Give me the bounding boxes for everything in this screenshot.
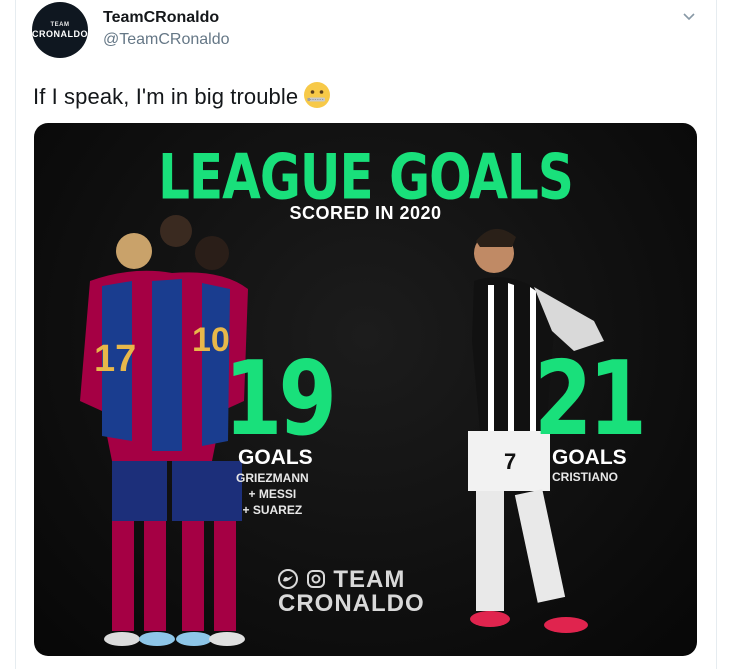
chevron-down-icon[interactable] <box>681 9 697 25</box>
instagram-logo-icon <box>306 566 326 593</box>
watermark-line-1: TEAM <box>333 566 406 593</box>
tweet-text-content: If I speak, I'm in big trouble <box>33 84 299 109</box>
right-player-names: CRISTIANO <box>552 470 618 484</box>
right-name-1: CRISTIANO <box>552 470 618 484</box>
left-name-3: + SUAREZ <box>242 503 303 517</box>
avatar[interactable]: TEAM CRONALDO <box>32 2 88 58</box>
zipper-mouth-emoji-icon <box>304 82 331 108</box>
right-goals-number: 21 <box>534 339 647 459</box>
svg-text:17: 17 <box>94 338 136 380</box>
tweet-text: If I speak, I'm in big trouble <box>33 80 332 110</box>
svg-text:7: 7 <box>504 449 516 474</box>
left-name-2: + MESSI <box>248 487 297 501</box>
avatar-text-bottom: CRONALDO <box>32 29 88 39</box>
display-name[interactable]: TeamCRonaldo <box>103 9 219 27</box>
team-cronaldo-watermark: TEAM CRONALDO <box>278 568 425 616</box>
watermark-line-2: CRONALDO <box>278 590 425 617</box>
left-player-names: GRIEZMANN + MESSI + SUAREZ <box>236 470 309 518</box>
twitter-logo-icon <box>278 566 298 593</box>
left-goals-label: GOALS <box>238 446 313 469</box>
left-name-1: GRIEZMANN <box>236 471 309 485</box>
media-image[interactable]: 17 10 7 LEAGUE GOALS SCORED IN 2020 19 2… <box>34 123 697 656</box>
graphic-subtitle: SCORED IN 2020 <box>289 203 442 223</box>
user-handle[interactable]: @TeamCRonaldo <box>103 31 230 49</box>
right-goals-label: GOALS <box>552 446 627 469</box>
left-goals-number: 19 <box>224 339 337 459</box>
